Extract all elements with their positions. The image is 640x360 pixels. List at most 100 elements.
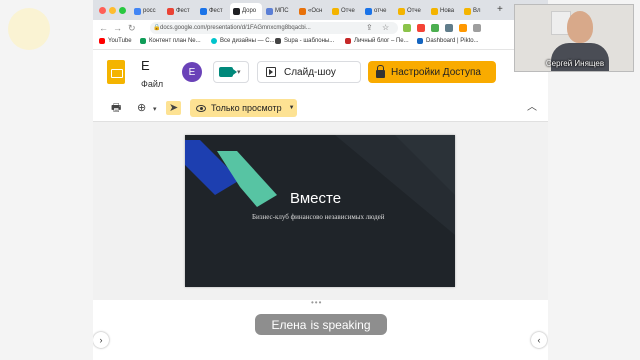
tab-label: Отче xyxy=(407,8,421,14)
bookmark-item[interactable]: Supa - шаблоны... xyxy=(275,38,334,44)
speaker-notes-area: Елена is speaking › ‹ xyxy=(93,304,548,360)
slideshow-button[interactable]: Слайд-шоу xyxy=(257,61,361,83)
browser-tab-active[interactable]: Доро xyxy=(230,3,262,19)
slide-title: Вместе xyxy=(290,190,342,207)
tab-label: Фест xyxy=(209,8,223,14)
browser-tab[interactable]: Фест xyxy=(164,3,196,19)
reload-icon[interactable]: ↻ xyxy=(128,22,136,34)
browser-tab[interactable]: Вл xyxy=(461,3,493,19)
google-slides-logo-icon[interactable] xyxy=(107,60,125,84)
print-icon[interactable]: 🖶 xyxy=(111,101,121,115)
browser-tab[interactable]: Отче xyxy=(395,3,427,19)
select-cursor-icon[interactable]: ➤ xyxy=(166,101,182,115)
extension-icon[interactable] xyxy=(445,24,453,32)
browser-tab[interactable]: МПС xyxy=(263,3,295,19)
lock-icon xyxy=(376,64,385,78)
chevron-left-icon[interactable]: ‹ xyxy=(531,332,547,348)
tab-label: Отче xyxy=(341,8,355,14)
new-tab-button[interactable]: + xyxy=(497,4,503,16)
puzzle-icon[interactable] xyxy=(473,24,481,32)
tab-label: росс xyxy=(143,8,156,14)
bookmark-item[interactable]: Личный блог – Пе... xyxy=(345,38,409,44)
close-window-icon[interactable] xyxy=(99,7,106,14)
back-arrow-icon[interactable]: ← xyxy=(99,22,108,34)
tab-bar: росс Фест Фест Доро МПС «Осн Отче отче О… xyxy=(93,0,548,20)
tab-favicon-icon xyxy=(365,7,372,15)
chevron-right-icon[interactable]: › xyxy=(93,332,109,348)
editor-toolbar: 🖶 ⊕ ▾ ➤ Только просмотр ▼ ︿ xyxy=(93,94,548,122)
bookmarks-bar: YouTube Контент план Ne... Все дизайны —… xyxy=(93,36,548,50)
google-meet-icon xyxy=(219,67,237,77)
speaking-text: is speaking xyxy=(310,317,371,332)
browser-tab[interactable]: Фест xyxy=(197,3,229,19)
tab-favicon-icon xyxy=(299,7,306,15)
lock-icon[interactable]: 🔒 xyxy=(153,24,160,31)
speaker-name: Елена xyxy=(271,317,307,332)
document-title[interactable]: E xyxy=(141,58,150,73)
meet-button[interactable]: ▾ xyxy=(213,61,249,83)
minimize-window-icon[interactable] xyxy=(109,7,116,14)
bookmark-label: Личный блог – Пе... xyxy=(354,38,409,44)
bookmark-star-icon[interactable]: ☆ xyxy=(382,22,389,34)
slide-canvas: Вместе Бизнес-клуб финансово независимых… xyxy=(93,122,548,300)
tab-label: Вл xyxy=(473,8,481,14)
present-icon xyxy=(266,67,276,77)
tab-favicon-icon xyxy=(167,7,174,15)
participant-name: Сергей Инящев xyxy=(545,59,605,68)
slide-subtitle: Бизнес-клуб финансово независимых людей xyxy=(252,213,385,221)
piktochart-icon xyxy=(417,38,423,44)
tab-favicon-icon xyxy=(233,7,240,15)
zoom-dropdown-chevron-icon[interactable]: ▾ xyxy=(153,103,157,117)
maximize-window-icon[interactable] xyxy=(119,7,126,14)
slideshow-label: Слайд-шоу xyxy=(284,66,336,78)
zoom-icon[interactable]: ⊕ xyxy=(137,101,146,115)
extension-icon[interactable] xyxy=(417,24,425,32)
bookmark-item[interactable]: Контент план Ne... xyxy=(140,38,201,44)
extension-icon[interactable] xyxy=(403,24,411,32)
background-decoration xyxy=(8,8,50,50)
bookmark-item[interactable]: YouTube xyxy=(99,38,132,44)
tab-label: отче xyxy=(374,8,387,14)
browser-tab[interactable]: отче xyxy=(362,3,394,19)
caret-down-icon: ▼ xyxy=(288,105,295,111)
slides-header: E Файл E ▾ Слайд-шоу Настройки Доступа xyxy=(93,50,548,94)
url-input[interactable]: docs.google.com/presentation/d/1FAGmnxcm… xyxy=(150,22,398,34)
tab-label: МПС xyxy=(275,8,289,14)
canva-icon xyxy=(211,38,217,44)
current-slide[interactable]: Вместе Бизнес-клуб финансово независимых… xyxy=(185,135,455,287)
extension-icon[interactable] xyxy=(431,24,439,32)
tab-label: Доро xyxy=(242,8,257,14)
address-bar: ← → ↻ docs.google.com/presentation/d/1FA… xyxy=(93,20,548,36)
share-label: Настройки Доступа xyxy=(391,66,481,78)
sheets-icon xyxy=(140,38,146,44)
bookmark-label: Все дизайны — С... xyxy=(220,38,275,44)
blog-icon xyxy=(345,38,351,44)
user-avatar[interactable]: E xyxy=(182,62,202,82)
tab-favicon-icon xyxy=(332,7,339,15)
tab-favicon-icon xyxy=(398,7,405,15)
supa-icon xyxy=(275,38,281,44)
share-button[interactable]: Настройки Доступа xyxy=(368,61,496,83)
bookmark-label: Dashboard | Pikto... xyxy=(426,38,479,44)
browser-tab[interactable]: Отче xyxy=(329,3,361,19)
browser-window: росс Фест Фест Доро МПС «Осн Отче отче О… xyxy=(93,0,548,360)
speaking-indicator: Елена is speaking xyxy=(255,314,387,335)
tab-favicon-icon xyxy=(200,7,207,15)
bookmark-item[interactable]: Dashboard | Pikto... xyxy=(417,38,479,44)
file-menu[interactable]: Файл xyxy=(141,79,163,89)
eye-icon xyxy=(196,104,206,112)
tab-favicon-icon xyxy=(266,7,273,15)
browser-tab[interactable]: «Осн xyxy=(296,3,328,19)
youtube-icon xyxy=(99,38,105,44)
tab-favicon-icon xyxy=(431,7,438,15)
bookmark-item[interactable]: Все дизайны — С... xyxy=(211,38,275,44)
share-page-icon[interactable]: ⇪ xyxy=(366,22,373,34)
view-only-mode-button[interactable]: Только просмотр ▼ xyxy=(190,99,297,117)
collapse-chevron-up-icon[interactable]: ︿ xyxy=(527,101,537,115)
browser-tab[interactable]: Нова xyxy=(428,3,460,19)
participant-head xyxy=(567,11,593,43)
view-only-label: Только просмотр xyxy=(211,103,282,113)
forward-arrow-icon[interactable]: → xyxy=(113,22,122,34)
browser-tab[interactable]: росс xyxy=(131,3,163,19)
extension-icon[interactable] xyxy=(459,24,467,32)
